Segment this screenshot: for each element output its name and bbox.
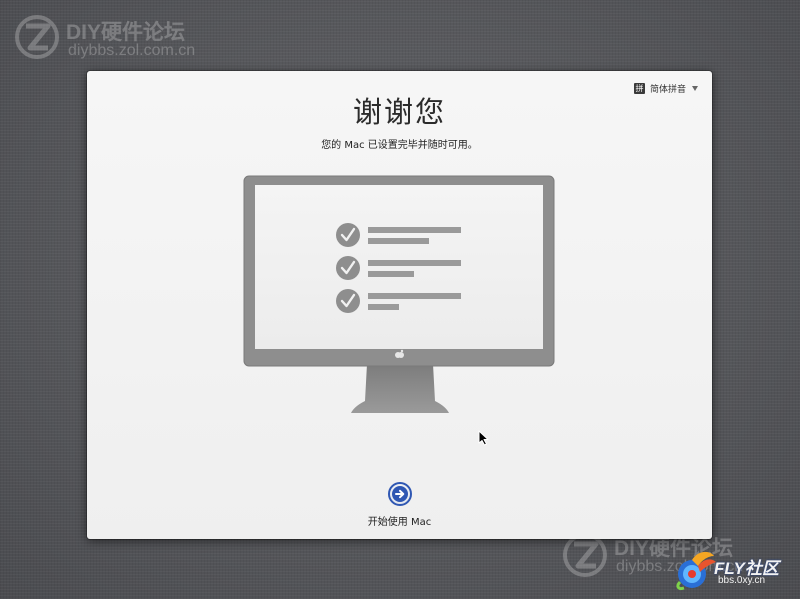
continue-area: 开始使用 Mac: [87, 482, 712, 528]
arrow-right-icon: [391, 486, 408, 502]
monitor-illustration: [243, 175, 555, 413]
continue-button-label[interactable]: 开始使用 Mac: [87, 513, 712, 528]
watermark-top: DIY硬件论坛 diybbs.zol.com.cn: [14, 14, 234, 66]
monitor-screen: [255, 185, 543, 349]
fly-logo-icon: [676, 551, 716, 590]
setup-assistant-window: 拼 简体拼音 谢谢您 您的 Mac 已设置完毕并随时可用。 开始使用 Mac: [87, 71, 712, 539]
mouse-pointer-icon: [478, 430, 489, 446]
page-title: 谢谢您: [352, 95, 446, 129]
monitor-stand: [351, 364, 449, 413]
continue-button[interactable]: [387, 482, 412, 506]
fly-community-logo: FLY社区 bbs.0xy.cn: [674, 544, 794, 594]
zol-logo-icon: [15, 15, 59, 59]
watermark-top-url: diybbs.zol.com.cn: [68, 42, 196, 59]
fly-logo-url: bbs.0xy.cn: [718, 575, 766, 586]
page-subtitle: 您的 Mac 已设置完毕并随时可用。: [321, 140, 478, 151]
